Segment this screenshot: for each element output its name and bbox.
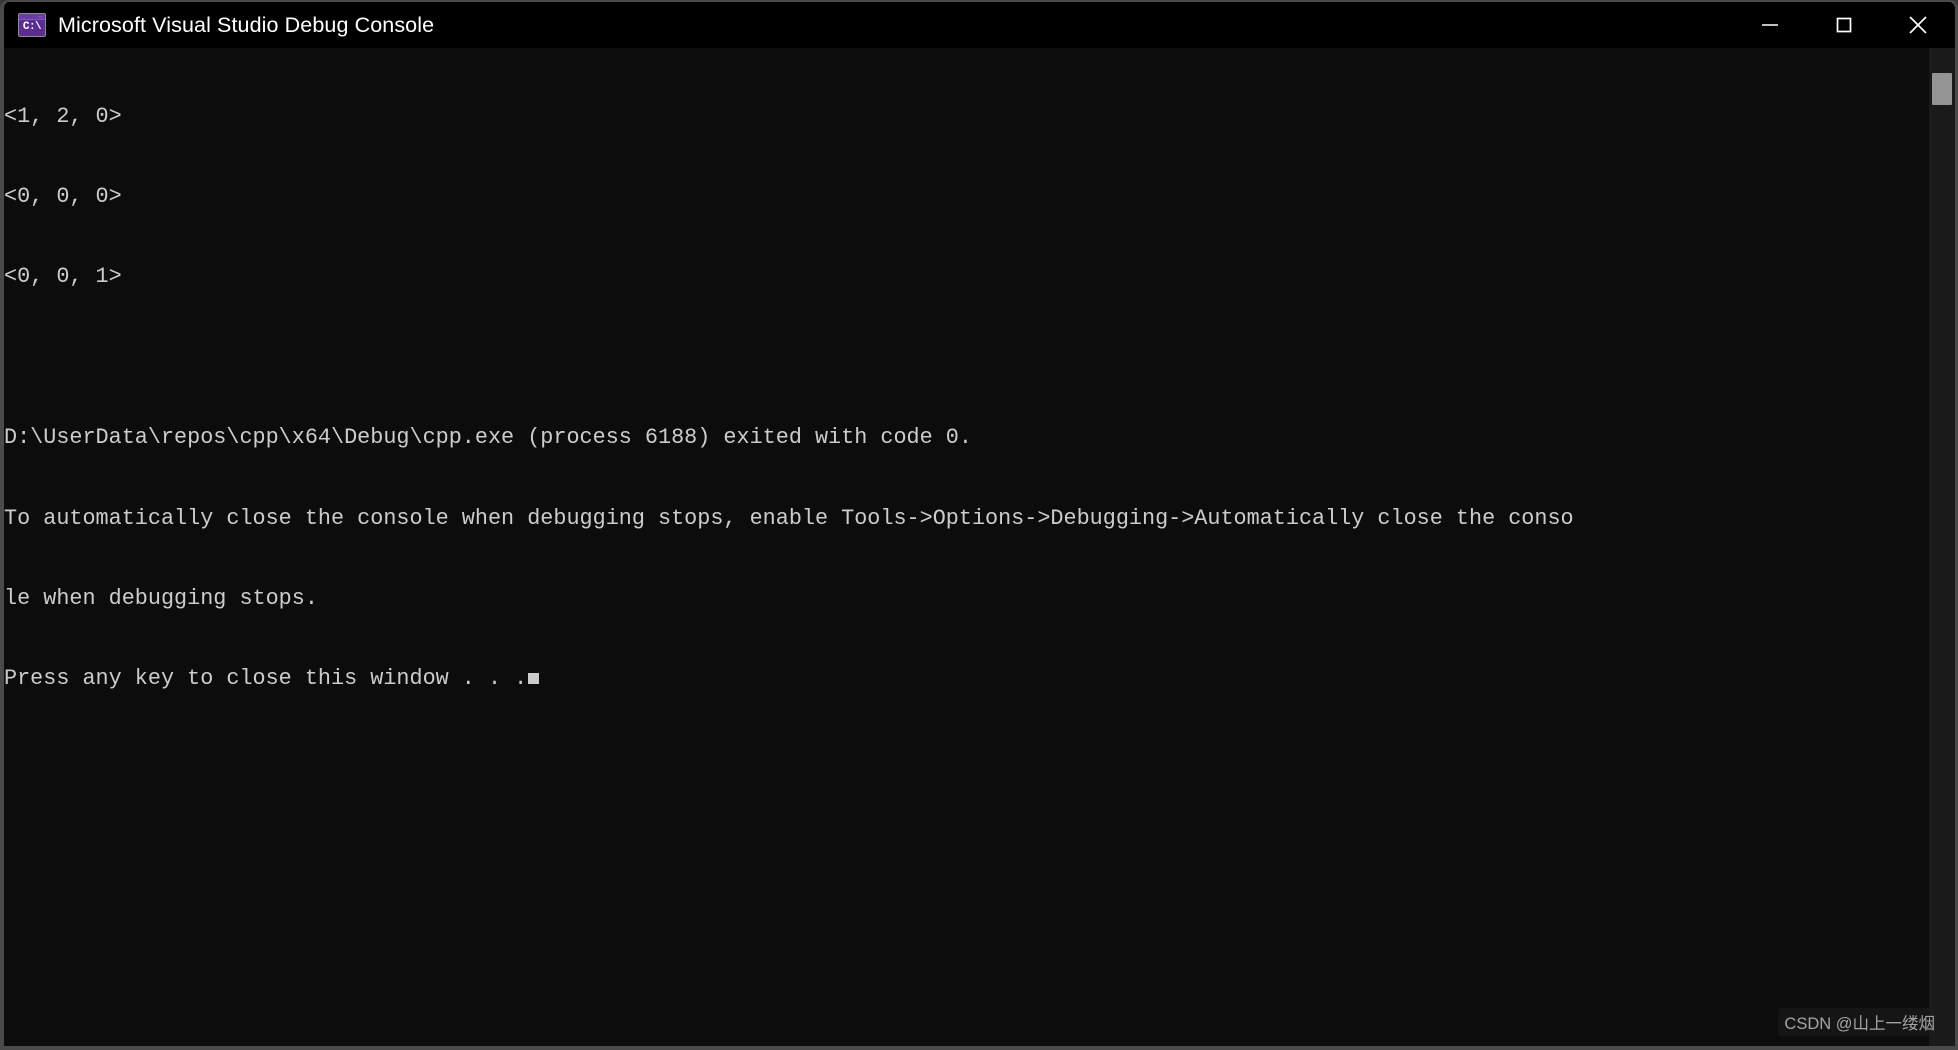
window-controls: [1733, 2, 1955, 48]
text-cursor: [528, 673, 540, 685]
window-title: Microsoft Visual Studio Debug Console: [58, 12, 435, 37]
console-line-exit-message: D:\UserData\repos\cpp\x64\Debug\cpp.exe …: [4, 425, 972, 451]
console-line: <0, 0, 1>: [4, 264, 122, 290]
console-line-hint-part2: le when debugging stops.: [4, 585, 318, 611]
console-line-press-any-key: Press any key to close this window . . .: [4, 666, 1909, 693]
scrollbar-thumb[interactable]: [1932, 73, 1952, 105]
close-button[interactable]: [1881, 2, 1955, 48]
maximize-icon: [1836, 17, 1852, 33]
minimize-button[interactable]: [1733, 2, 1807, 48]
console-line: <0, 0, 0>: [4, 183, 122, 209]
console-app-icon: ▫▫ C:\: [18, 13, 46, 37]
console-line-hint-part1: To automatically close the console when …: [4, 505, 1574, 531]
desktop-background: ▫▫ C:\ Microsoft Visual Studio Debug Con…: [0, 0, 1958, 1050]
icon-label: C:\: [22, 20, 42, 33]
watermark: CSDN @山上一缕烟: [1778, 1008, 1941, 1036]
console-line: <1, 2, 0>: [4, 103, 122, 129]
icon-dots: ▫▫: [38, 14, 43, 19]
console-window: ▫▫ C:\ Microsoft Visual Studio Debug Con…: [0, 0, 1958, 1050]
console-scrollbar[interactable]: [1929, 48, 1955, 1046]
press-any-key-text: Press any key to close this window . . .: [4, 666, 528, 692]
title-bar[interactable]: ▫▫ C:\ Microsoft Visual Studio Debug Con…: [4, 2, 1955, 48]
console-output-area[interactable]: <1, 2, 0> <0, 0, 0> <0, 0, 1> D:\UserDat…: [4, 48, 1955, 1046]
minimize-icon: [1762, 24, 1778, 26]
console-text-buffer: <1, 2, 0> <0, 0, 0> <0, 0, 1> D:\UserDat…: [4, 50, 1909, 747]
maximize-button[interactable]: [1807, 2, 1881, 48]
close-icon: [1909, 16, 1927, 34]
